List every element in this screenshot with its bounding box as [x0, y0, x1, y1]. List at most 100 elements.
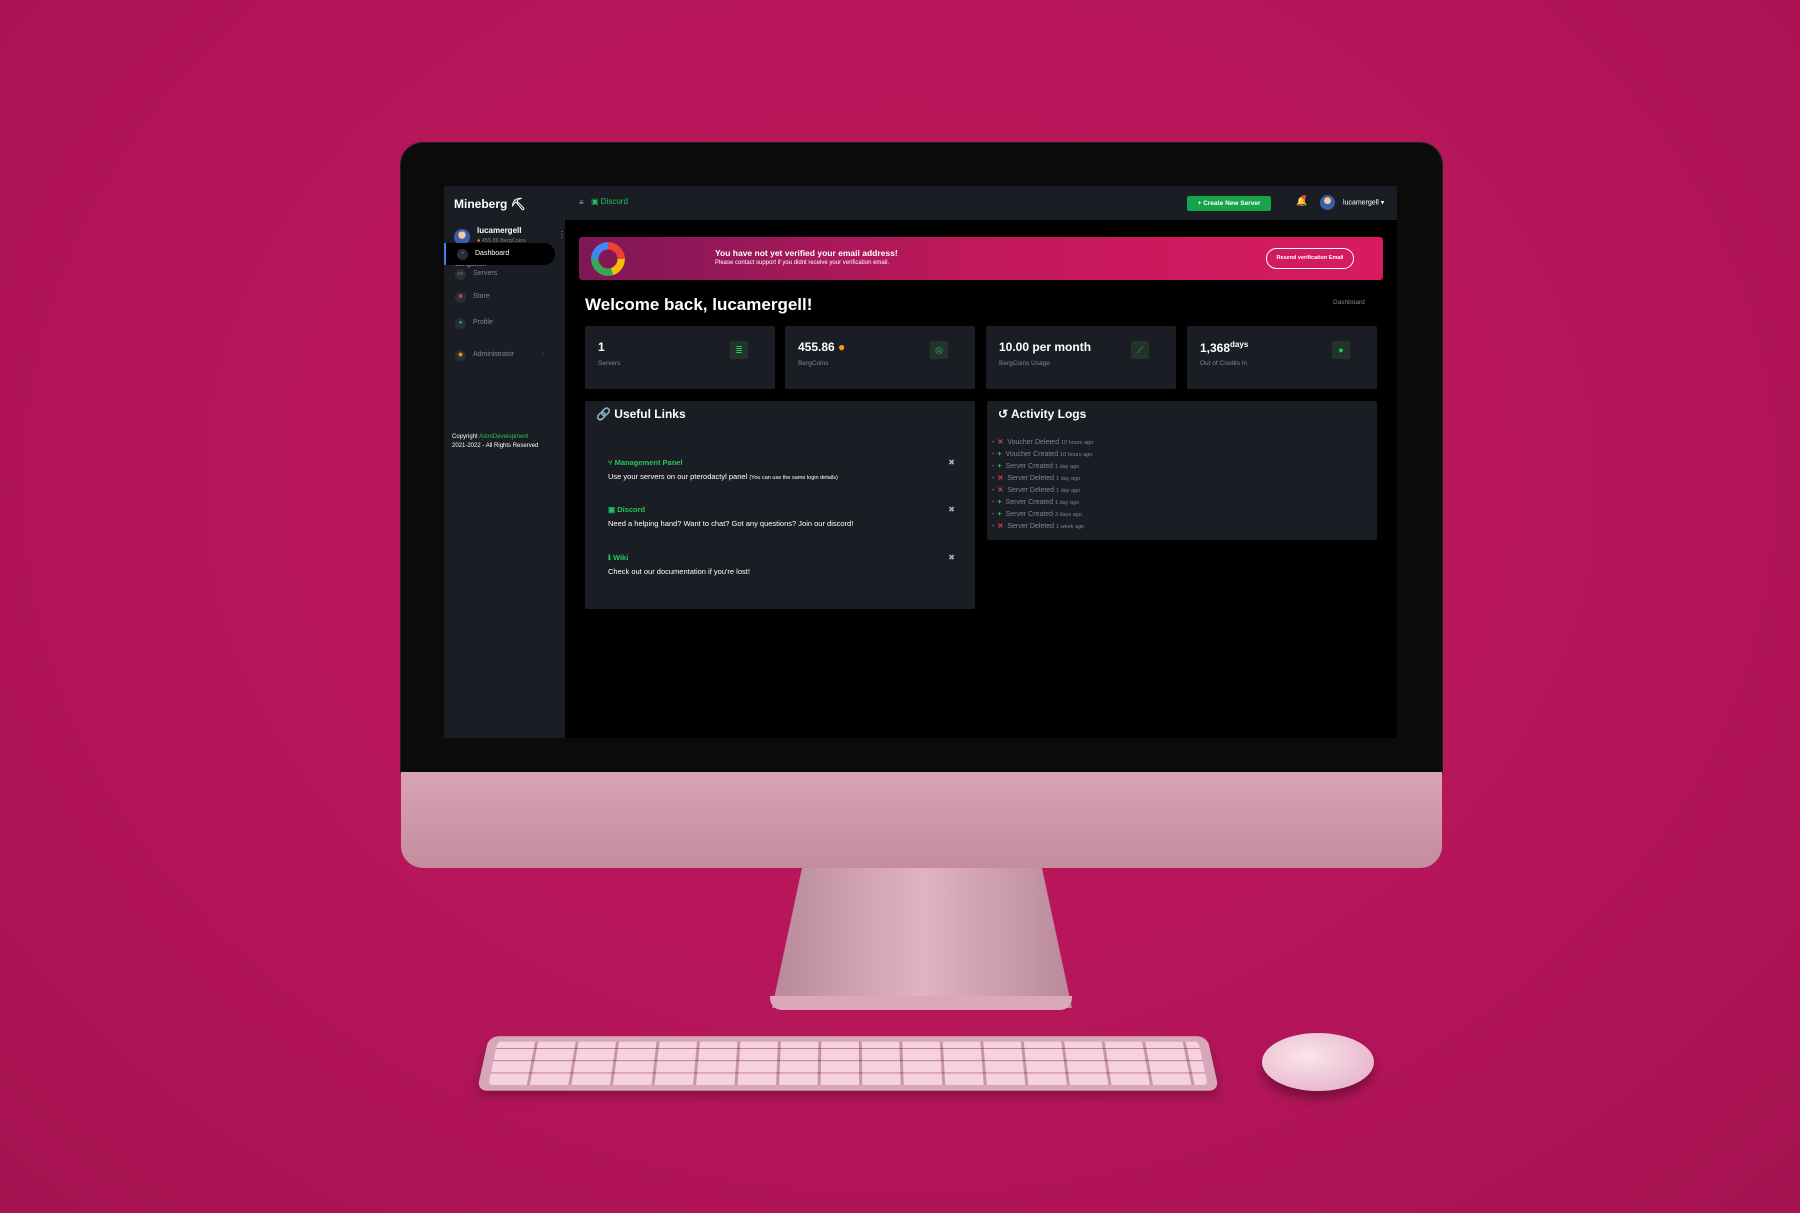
kebab-menu-icon[interactable]: ⋮ — [558, 230, 566, 239]
shield-icon: ◆ — [455, 350, 466, 361]
close-icon[interactable]: ✖ — [948, 458, 955, 467]
brand-logo[interactable]: Mineberg ⛏ — [454, 192, 526, 216]
discord-icon: ▣ — [591, 197, 599, 206]
coin-icon: ● — [838, 340, 846, 354]
card-title: ↺ Activity Logs — [998, 407, 1087, 421]
page-title: Welcome back, lucamergell! — [585, 295, 813, 314]
log-item: • ✕ Voucher Deleted 10 hours ago — [992, 439, 1094, 446]
pickaxe-icon: ⛏ — [510, 197, 526, 211]
dashboard-icon: ◔ — [457, 249, 468, 260]
chart-line-icon: ⟋ — [1131, 341, 1149, 359]
imac-stand-base — [770, 996, 1072, 1010]
stat-value: 1 — [598, 340, 605, 354]
topbar-username: lucamergell — [1343, 199, 1379, 207]
imac-stand — [772, 868, 1072, 1008]
user-menu[interactable]: lucamergell ▾ — [1320, 195, 1384, 211]
x-icon: ✕ — [997, 439, 1004, 446]
sidebar-item-label: Dashboard — [475, 250, 510, 257]
topbar: ≡ ▣ Discord + Create New Server 🔔 lucame… — [565, 186, 1397, 220]
plus-icon: + — [997, 499, 1002, 506]
sidebar-item-servers[interactable]: ▭ Servers — [444, 263, 555, 285]
apple-logo-icon — [904, 790, 940, 840]
sidebar-item-dashboard[interactable]: ◔ Dashboard — [444, 243, 555, 265]
verify-email-alert: You have not yet verified your email add… — [579, 237, 1383, 280]
x-icon: ✕ — [997, 487, 1004, 494]
coin-icon: ◎ — [930, 341, 948, 359]
log-item: • + Server Created 1 day ago — [992, 499, 1080, 506]
log-item: • + Server Created 3 days ago — [992, 511, 1082, 518]
caret-down-icon: ▾ — [1380, 199, 1385, 207]
x-icon: ✕ — [997, 475, 1004, 482]
link-icon: 🔗 — [596, 407, 611, 421]
useful-links-card: 🔗 Useful Links ⑂ Management Panel Use yo… — [585, 401, 975, 609]
sidebar-item-profile[interactable]: ● Profile — [444, 312, 555, 334]
link-desc: Check out our documentation if you're lo… — [608, 567, 750, 576]
link-title: ▣ Discord — [608, 505, 646, 514]
server-stack-icon: ≣ — [730, 341, 748, 359]
link-title: ℹ Wiki — [608, 553, 629, 562]
brand-name: Mineberg — [454, 197, 508, 211]
keyboard — [476, 1036, 1220, 1091]
google-logo-icon — [591, 242, 625, 276]
stat-label: BergCoins — [798, 360, 829, 367]
card-title: 🔗 Useful Links — [596, 407, 686, 421]
info-icon: ℹ — [608, 553, 611, 562]
stat-card-usage: 10.00 per month BergCoins Usage ⟋ — [986, 326, 1176, 389]
close-icon[interactable]: ✖ — [948, 505, 955, 514]
log-item: • ✕ Server Deleted 1 day ago — [992, 475, 1081, 482]
plus-icon: + — [997, 451, 1002, 458]
plus-icon: + — [997, 511, 1002, 518]
stat-card-credits: 1,368days Out of Credits in ● — [1187, 326, 1377, 389]
status-dot-icon: ● — [1332, 341, 1350, 359]
chevron-left-icon: ‹ — [542, 351, 545, 358]
log-item: • + Server Created 1 day ago — [992, 463, 1080, 470]
sidebar-item-label: Store — [473, 293, 490, 300]
sidebar: Mineberg ⛏ lucamergell ● 455.86 BergCoin… — [444, 186, 566, 738]
stat-value: 455.86 ● — [798, 340, 846, 354]
stat-label: Out of Credits in — [1200, 360, 1247, 367]
sidebar-item-label: Profile — [473, 319, 493, 326]
stat-card-bergcoins: 455.86 ● BergCoins ◎ — [785, 326, 975, 389]
screen: Mineberg ⛏ lucamergell ● 455.86 BergCoin… — [444, 186, 1397, 738]
stat-card-servers: 1 Servers ≣ — [585, 326, 775, 389]
link-desc: Use your servers on our pterodactyl pane… — [608, 472, 838, 481]
resend-verification-button[interactable]: Resend verification Email — [1266, 248, 1354, 269]
link-desc: Need a helping hand? Want to chat? Got a… — [608, 519, 854, 528]
link-item-wiki[interactable]: ℹ Wiki Check out our documentation if yo… — [608, 553, 955, 576]
copyright: Copyright AstroDevelopment 2021-2022 - A… — [452, 434, 539, 449]
discord-icon: ▣ — [608, 505, 616, 514]
stat-label: BergCoins Usage — [999, 360, 1050, 367]
breadcrumb[interactable]: Dashboard — [1333, 299, 1365, 306]
hamburger-icon[interactable]: ≡ — [579, 198, 584, 207]
sidebar-item-store[interactable]: ■ Store — [444, 286, 555, 308]
stat-label: Servers — [598, 360, 621, 367]
activity-logs-card: ↺ Activity Logs • ✕ Voucher Deleted 10 hou… — [987, 401, 1377, 540]
log-item: • ✕ Server Deleted 1 week ago — [992, 523, 1085, 530]
plus-icon: + — [997, 463, 1002, 470]
link-title: ⑂ Management Panel — [608, 458, 683, 467]
history-icon: ↺ — [998, 407, 1009, 421]
alert-title: You have not yet verified your email add… — [715, 248, 898, 258]
log-item: • ✕ Server Deleted 1 day ago — [992, 487, 1081, 494]
server-icon: ▭ — [455, 269, 466, 280]
x-icon: ✕ — [997, 523, 1004, 530]
store-icon: ■ — [455, 292, 466, 303]
close-icon[interactable]: ✖ — [948, 553, 955, 562]
branch-icon: ⑂ — [608, 458, 613, 467]
sidebar-username: lucamergell — [477, 226, 522, 235]
log-item: • + Voucher Created 10 hours ago — [992, 451, 1093, 458]
discord-link[interactable]: ▣ Discord — [591, 197, 628, 206]
alert-subtitle: Please contact support if you didnt rece… — [715, 260, 890, 266]
sidebar-item-label: Servers — [473, 270, 498, 277]
link-item-discord[interactable]: ▣ Discord Need a helping hand? Want to c… — [608, 505, 955, 528]
copyright-link[interactable]: AstroDevelopment — [479, 434, 528, 440]
stat-value: 1,368days — [1200, 340, 1249, 355]
sidebar-item-administrator[interactable]: ◆ Administrator ‹ — [444, 344, 555, 366]
sidebar-item-label: Administrator — [473, 351, 515, 358]
link-item-management-panel[interactable]: ⑂ Management Panel Use your servers on o… — [608, 458, 955, 481]
user-icon: ● — [455, 318, 466, 329]
create-server-button[interactable]: + Create New Server — [1187, 196, 1271, 211]
stat-value: 10.00 per month — [999, 340, 1092, 354]
mouse — [1262, 1033, 1374, 1091]
avatar — [1320, 195, 1335, 210]
